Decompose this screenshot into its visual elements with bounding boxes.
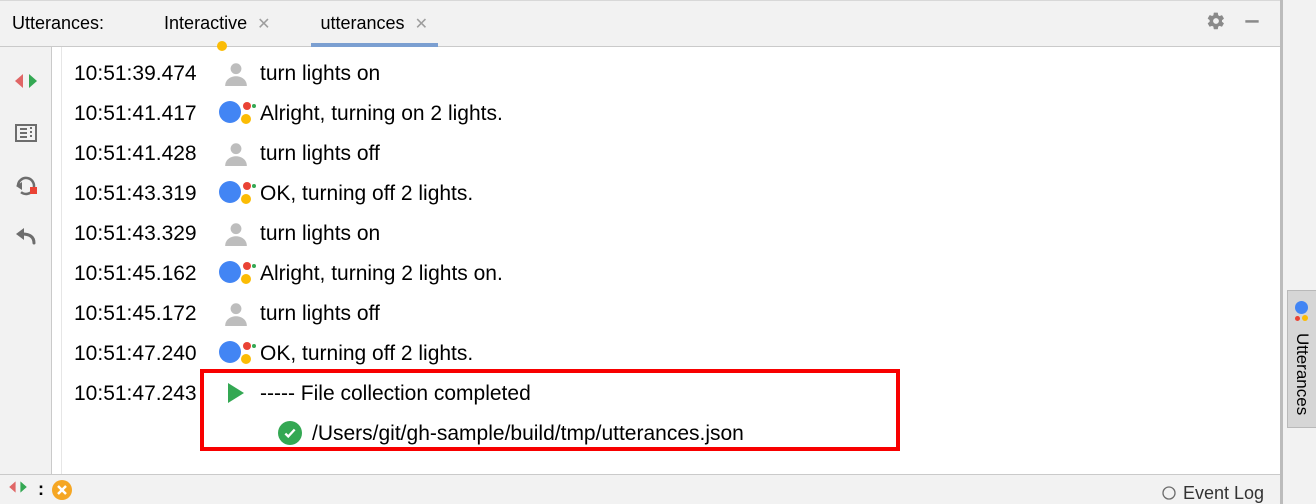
user-icon [214,60,258,86]
log-row: 10:51:45.172 turn lights off [72,293,1280,333]
play-icon [214,383,258,403]
status-bar: : [0,474,1280,504]
check-icon [278,421,302,445]
log-row: /Users/git/gh-sample/build/tmp/utterance… [72,413,1280,453]
log-message: Alright, turning 2 lights on. [258,263,503,284]
tab-label: utterances [321,13,405,34]
close-icon[interactable]: ✕ [415,14,428,34]
log-row: 10:51:39.474 turn lights on [72,53,1280,93]
user-icon [214,220,258,246]
assistant-icon [214,258,258,288]
gear-icon[interactable] [1198,11,1234,36]
log-message: ----- File collection completed [258,383,531,404]
diff-icon-small[interactable] [8,479,28,500]
log-row: 10:51:47.240 OK, turning off 2 lights. [72,333,1280,373]
user-icon [214,300,258,326]
log-row: 10:51:47.243 ----- File collection compl… [72,373,1280,413]
log-message: turn lights off [258,143,380,164]
diff-icon[interactable] [12,69,40,93]
log-message: turn lights off [258,303,380,324]
rail-tab-label: Utterances [1292,333,1312,415]
partial-avatar-dot [217,41,227,51]
assistant-icon [214,178,258,208]
status-separator: : [34,479,46,500]
timestamp: 10:51:41.428 [72,143,214,164]
tab-utterances[interactable]: utterances ✕ [311,1,438,46]
assistant-icon [214,98,258,128]
minimize-icon[interactable] [1234,11,1270,36]
timestamp: 10:51:45.162 [72,263,214,284]
toggle-wrap-icon[interactable] [12,121,40,145]
timestamp: 10:51:47.243 [72,383,214,404]
tool-window-tabbar: Utterances: Interactive ✕ utterances ✕ [0,1,1280,47]
timestamp: 10:51:39.474 [72,63,214,84]
close-icon[interactable]: ✕ [257,14,270,34]
undo-icon[interactable] [12,225,40,249]
log-message: Alright, turning on 2 lights. [258,103,503,124]
file-path: /Users/git/gh-sample/build/tmp/utterance… [312,423,744,444]
assistant-icon [214,338,258,368]
log-row: 10:51:41.428 turn lights off [72,133,1280,173]
log-row: 10:51:43.329 turn lights on [72,213,1280,253]
log-row: 10:51:41.417 Alright, turning on 2 light… [72,93,1280,133]
tab-interactive[interactable]: Interactive ✕ [154,1,280,46]
restart-icon[interactable] [12,173,40,197]
event-log-button[interactable]: Event Log [1153,482,1272,504]
log-message: OK, turning off 2 lights. [258,343,473,364]
log-row: 10:51:45.162 Alright, turning 2 lights o… [72,253,1280,293]
user-icon [214,140,258,166]
log-message: OK, turning off 2 lights. [258,183,473,204]
right-tool-rail: Utterances [1280,0,1316,504]
timestamp: 10:51:47.240 [72,343,214,364]
log-message: turn lights on [258,63,380,84]
rail-tab-utterances[interactable]: Utterances [1287,290,1316,428]
timestamp: 10:51:41.417 [72,103,214,124]
log-output[interactable]: 10:51:39.474 turn lights on 10:51:41.417… [52,47,1280,474]
timestamp: 10:51:43.329 [72,223,214,244]
tool-button-column [0,47,52,474]
assistant-icon-small [1293,301,1311,325]
timestamp: 10:51:45.172 [72,303,214,324]
event-log-label: Event Log [1183,483,1264,504]
panel-title: Utterances: [10,13,114,34]
tab-label: Interactive [164,13,247,34]
log-row: 10:51:43.319 OK, turning off 2 lights. [72,173,1280,213]
timestamp: 10:51:43.319 [72,183,214,204]
error-icon[interactable] [52,480,72,500]
log-message: turn lights on [258,223,380,244]
